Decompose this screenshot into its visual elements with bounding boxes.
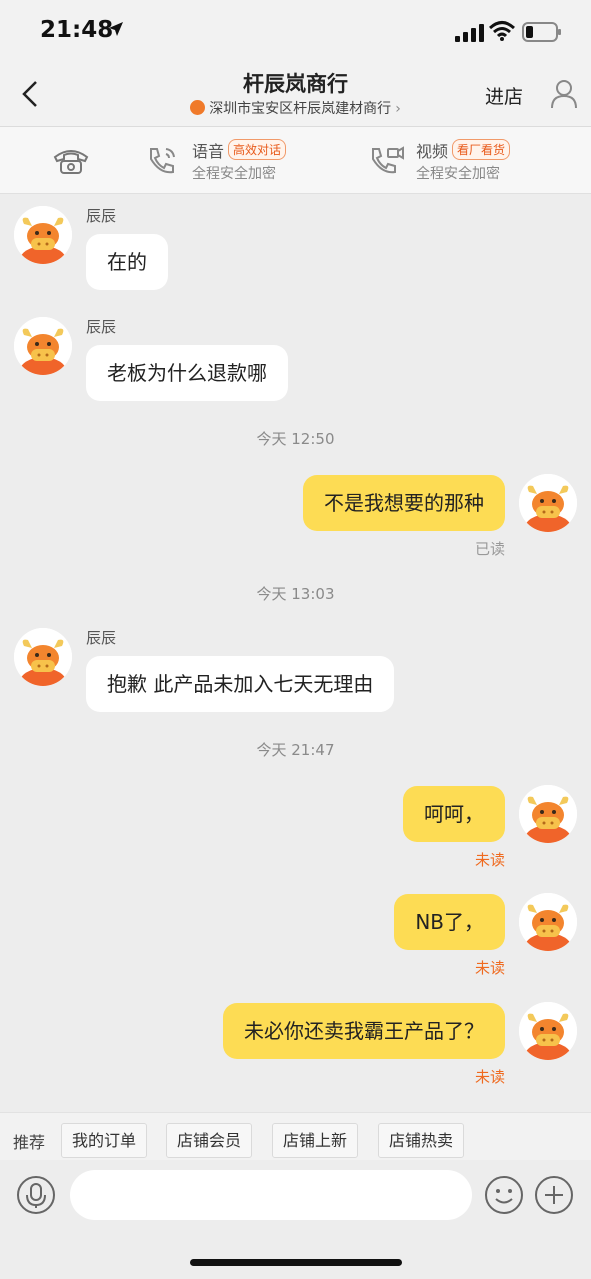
home-indicator[interactable] bbox=[190, 1259, 402, 1266]
timestamp-separator: 今天 13:03 bbox=[256, 585, 335, 603]
location-arrow-icon bbox=[109, 22, 123, 36]
telephone-icon[interactable] bbox=[52, 146, 90, 176]
video-call-icon bbox=[372, 146, 404, 174]
message-bubble-outgoing[interactable]: NB了， bbox=[394, 894, 505, 950]
status-bar: 21:48 bbox=[0, 0, 591, 62]
video-call-title: 视频 bbox=[416, 142, 449, 161]
message-bubble-outgoing[interactable]: 不是我想要的那种 bbox=[303, 475, 505, 531]
status-time: 21:48 bbox=[40, 17, 114, 43]
voice-call-desc: 全程安全加密 bbox=[192, 166, 276, 182]
read-receipt: 已读 bbox=[474, 540, 505, 558]
timestamp-separator: 今天 21:47 bbox=[256, 741, 335, 759]
message-bubble-incoming[interactable]: 老板为什么退款哪 bbox=[86, 345, 288, 401]
shop-badge-icon bbox=[190, 100, 206, 115]
call-options-bar: 语音 高效对话 全程安全加密 视频 看厂看货 全程安全加密 bbox=[0, 127, 591, 194]
voice-call-title: 语音 bbox=[192, 142, 225, 161]
quick-chip-my-orders[interactable]: 我的订单 bbox=[61, 1123, 148, 1158]
sender-name: 辰辰 bbox=[86, 318, 117, 336]
battery-icon bbox=[522, 22, 561, 42]
person-icon[interactable] bbox=[550, 78, 578, 110]
avatar[interactable] bbox=[519, 1002, 577, 1060]
emoji-icon[interactable] bbox=[484, 1175, 524, 1215]
sender-name: 辰辰 bbox=[86, 629, 117, 647]
avatar[interactable] bbox=[14, 317, 72, 375]
unread-receipt: 未读 bbox=[474, 851, 505, 869]
unread-receipt: 未读 bbox=[474, 959, 505, 977]
message-bubble-incoming[interactable]: 在的 bbox=[86, 234, 168, 290]
cellular-signal-icon bbox=[455, 24, 484, 42]
message-list[interactable]: 辰辰 在的 辰辰 老板为什么退款哪 今天 12:50 不是我想要的那种 已读 今… bbox=[0, 194, 591, 1112]
video-call-desc: 全程安全加密 bbox=[416, 166, 500, 182]
avatar[interactable] bbox=[14, 206, 72, 264]
message-bubble-outgoing[interactable]: 未必你还卖我霸王产品了？ bbox=[223, 1003, 505, 1059]
sender-name: 辰辰 bbox=[86, 207, 117, 225]
avatar[interactable] bbox=[519, 893, 577, 951]
quick-chip-new-arrivals[interactable]: 店铺上新 bbox=[272, 1123, 359, 1158]
microphone-icon[interactable] bbox=[16, 1175, 56, 1215]
unread-receipt: 未读 bbox=[474, 1068, 505, 1086]
wifi-icon bbox=[489, 21, 515, 41]
chat-header: 杆辰岚商行 深圳市宝安区杆辰岚建材商行 › 进店 bbox=[0, 62, 591, 127]
voice-call-tag: 高效对话 bbox=[228, 139, 287, 160]
message-input[interactable] bbox=[70, 1170, 472, 1220]
timestamp-separator: 今天 12:50 bbox=[256, 430, 335, 448]
quick-chip-hot-sellers[interactable]: 店铺热卖 bbox=[378, 1123, 465, 1158]
avatar[interactable] bbox=[519, 474, 577, 532]
message-bubble-outgoing[interactable]: 呵呵， bbox=[403, 786, 505, 842]
recommend-label: 推荐 bbox=[13, 1133, 46, 1152]
message-bubble-incoming[interactable]: 抱歉 此产品未加入七天无理由 bbox=[86, 656, 395, 712]
video-call-button[interactable]: 视频 看厂看货 全程安全加密 bbox=[370, 135, 550, 187]
phone-call-icon bbox=[150, 148, 175, 174]
avatar[interactable] bbox=[14, 628, 72, 686]
voice-call-button[interactable]: 语音 高效对话 全程安全加密 bbox=[146, 135, 316, 187]
recommend-bar: 推荐 我的订单 店铺会员 店铺上新 店铺热卖 bbox=[0, 1112, 591, 1160]
plus-icon[interactable] bbox=[534, 1175, 574, 1215]
enter-store-button[interactable]: 进店 bbox=[485, 82, 523, 109]
video-call-tag: 看厂看货 bbox=[452, 139, 511, 160]
chevron-right-icon: › bbox=[395, 101, 401, 117]
shop-subtitle: 深圳市宝安区杆辰岚建材商行 bbox=[209, 101, 392, 117]
avatar[interactable] bbox=[519, 785, 577, 843]
quick-chip-store-membership[interactable]: 店铺会员 bbox=[166, 1123, 253, 1158]
